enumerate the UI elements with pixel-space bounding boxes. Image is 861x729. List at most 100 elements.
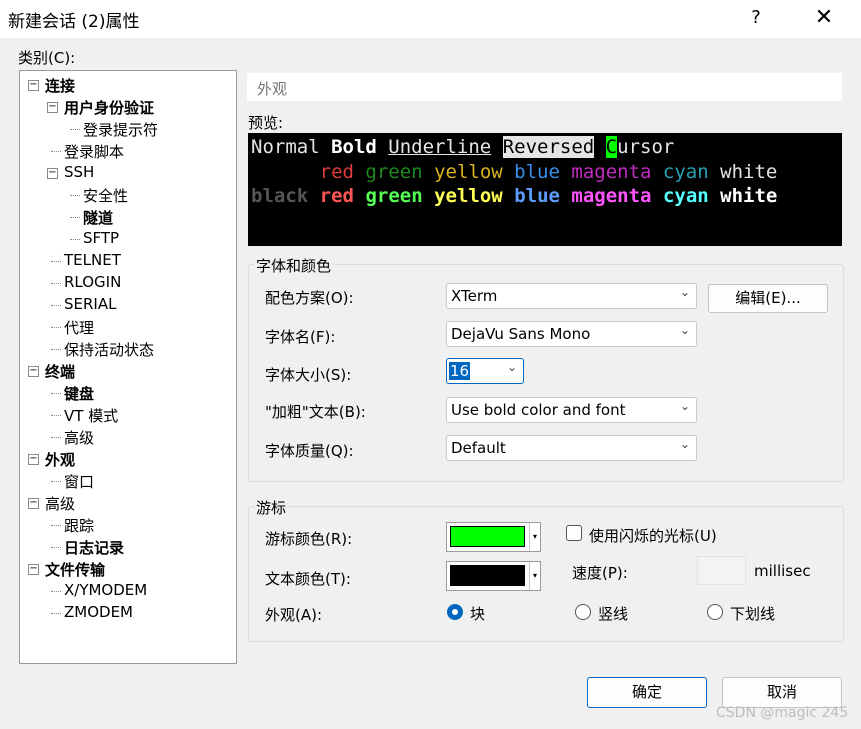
preview-bright-white: white xyxy=(720,185,778,207)
tree-item[interactable]: RLOGIN xyxy=(64,273,121,291)
blink-cursor-label: 使用闪烁的光标(U) xyxy=(589,527,717,545)
font-name-select[interactable]: DejaVu Sans Mono ⌄ xyxy=(446,321,697,347)
bold-text-value: Use bold color and font xyxy=(451,401,626,419)
tree-connector xyxy=(51,415,61,416)
tree-item[interactable]: 高级 xyxy=(64,427,94,448)
preview-line-2: red green yellow blue magenta cyan white xyxy=(251,160,778,185)
radio-underline[interactable] xyxy=(707,604,723,620)
edit-button[interactable]: 编辑(E)... xyxy=(708,284,828,313)
preview-color-blue: blue xyxy=(514,161,560,183)
tree-item[interactable]: SSH xyxy=(64,163,94,181)
chevron-down-icon: ⌄ xyxy=(679,323,690,337)
font-size-value: 16 xyxy=(449,362,471,380)
tree-connector xyxy=(51,525,61,526)
category-tree[interactable]: 连接 − 用户身份验证 − 登录提示符 登录脚本 SSH − 安全性 隧道 SFTP TELNET RL… xyxy=(19,70,237,664)
collapse-toggle-icon[interactable]: − xyxy=(28,498,39,509)
font-quality-select[interactable]: Default ⌄ xyxy=(446,435,697,461)
tree-item[interactable]: 日志记录 xyxy=(64,537,124,558)
radio-block-label: 块 xyxy=(470,605,486,623)
cursor-color-picker[interactable]: ▾ xyxy=(446,522,541,552)
bold-text-select[interactable]: Use bold color and font ⌄ xyxy=(446,397,697,423)
font-name-label: 字体名(F): xyxy=(265,328,336,346)
preview-label: 预览: xyxy=(248,114,284,132)
color-scheme-select[interactable]: XTerm ⌄ xyxy=(446,283,697,309)
preview-color-magenta: magenta xyxy=(571,161,652,183)
ok-button[interactable]: 确定 xyxy=(587,677,707,708)
tree-item[interactable]: 终端 xyxy=(45,361,75,382)
collapse-toggle-icon[interactable]: − xyxy=(47,168,58,179)
help-button[interactable]: ? xyxy=(742,4,770,32)
preview-color-red: red xyxy=(319,161,354,183)
font-size-select[interactable]: 16 ⌄ xyxy=(446,358,524,384)
radio-vertical-bar[interactable] xyxy=(575,604,591,620)
tree-connector xyxy=(51,547,61,548)
tree-item[interactable]: 代理 xyxy=(64,317,94,338)
preview-bold: Bold xyxy=(331,136,377,158)
collapse-toggle-icon[interactable]: − xyxy=(28,564,39,575)
cancel-button[interactable]: 取消 xyxy=(722,677,842,708)
preview-color-cyan: cyan xyxy=(662,161,709,183)
tree-item[interactable]: 窗口 xyxy=(64,471,94,492)
text-color-picker[interactable]: ▾ xyxy=(446,561,541,591)
tree-item[interactable]: ZMODEM xyxy=(64,603,133,621)
tree-item[interactable]: 登录脚本 xyxy=(64,141,124,162)
tree-item[interactable]: SERIAL xyxy=(64,295,116,313)
preview-color-yellow: yellow xyxy=(434,161,503,183)
window-title: 新建会话 (2)属性 xyxy=(8,12,140,32)
collapse-toggle-icon[interactable]: − xyxy=(28,80,39,91)
tree-connector xyxy=(51,151,61,152)
color-scheme-value: XTerm xyxy=(451,287,498,305)
tree-item[interactable]: 保持活动状态 xyxy=(64,339,154,360)
preview-cursor-rest: ursor xyxy=(617,136,675,158)
terminal-preview: Normal Bold Underline Reversed Cursor re… xyxy=(248,133,842,246)
tree-item[interactable]: 跟踪 xyxy=(64,515,94,536)
preview-bright-magenta: magenta xyxy=(571,185,652,207)
cursor-color-label: 游标颜色(R): xyxy=(265,530,353,548)
tree-item[interactable]: 用户身份验证 xyxy=(64,97,154,118)
chevron-down-icon: ⌄ xyxy=(506,360,517,374)
tree-item[interactable]: X/YMODEM xyxy=(64,581,147,599)
collapse-toggle-icon[interactable]: − xyxy=(28,366,39,377)
tree-connector xyxy=(51,591,61,592)
chevron-down-icon: ⌄ xyxy=(679,399,690,413)
tree-item[interactable]: VT 模式 xyxy=(64,405,118,426)
dropdown-arrow-icon: ▾ xyxy=(529,523,540,551)
close-button[interactable]: ✕ xyxy=(808,4,840,32)
preview-bright-blue: blue xyxy=(514,185,560,207)
tree-item[interactable]: 隧道 xyxy=(83,207,113,228)
collapse-toggle-icon[interactable]: − xyxy=(28,454,39,465)
tree-item[interactable]: 外观 xyxy=(45,449,75,470)
tree-item[interactable]: 文件传输 xyxy=(45,559,105,580)
speed-input[interactable] xyxy=(697,556,746,585)
tree-connector xyxy=(51,393,61,394)
preview-line-1: Normal Bold Underline Reversed Cursor xyxy=(251,135,674,160)
collapse-toggle-icon[interactable]: − xyxy=(47,102,58,113)
speed-unit: millisec xyxy=(754,562,811,580)
tree-item[interactable]: 登录提示符 xyxy=(83,119,158,140)
tree-item[interactable]: TELNET xyxy=(64,251,121,269)
tree-item[interactable]: SFTP xyxy=(83,229,119,247)
tree-item[interactable]: 连接 xyxy=(45,75,75,96)
speed-label: 速度(P): xyxy=(572,564,628,582)
blink-cursor-checkbox[interactable] xyxy=(566,525,582,541)
font-size-label: 字体大小(S): xyxy=(265,366,352,384)
tree-item[interactable]: 安全性 xyxy=(83,185,128,206)
tree-connector xyxy=(51,283,61,284)
tree-item[interactable]: 键盘 xyxy=(64,383,94,404)
watermark: CSDN @magic 245 xyxy=(716,705,849,721)
tree-connector xyxy=(51,481,61,482)
preview-color-white: white xyxy=(720,161,778,183)
tree-connector xyxy=(51,261,61,262)
font-color-group-title: 字体和颜色 xyxy=(254,255,334,276)
preview-color-green: green xyxy=(365,161,423,183)
radio-block[interactable] xyxy=(447,604,463,620)
section-header: 外观 xyxy=(247,73,842,101)
preview-black: black xyxy=(251,185,309,207)
preview-normal: Normal xyxy=(251,136,332,158)
tree-connector xyxy=(51,349,61,350)
preview-underline: Underline xyxy=(388,136,492,158)
appearance-label: 外观(A): xyxy=(265,606,323,624)
category-label: 类别(C): xyxy=(18,49,76,67)
preview-bright-yellow: yellow xyxy=(434,185,503,207)
tree-item[interactable]: 高级 xyxy=(45,493,75,514)
